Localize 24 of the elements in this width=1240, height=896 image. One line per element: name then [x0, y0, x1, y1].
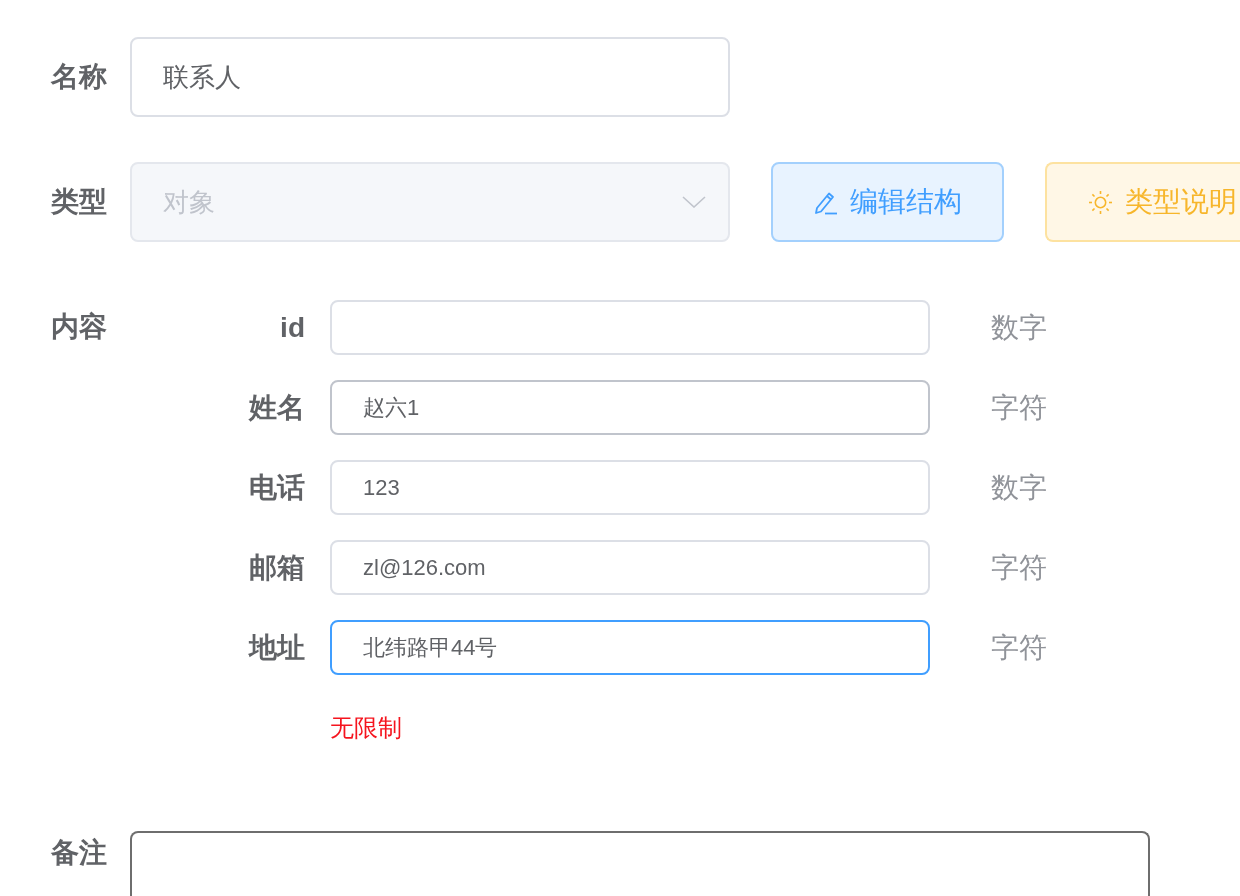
type-label: 数字 [991, 310, 1047, 345]
remark-textarea[interactable] [130, 831, 1150, 896]
field-label: 姓名 [247, 390, 305, 425]
field-label: 备注 [50, 836, 108, 870]
text-input[interactable]: 123 [330, 460, 930, 515]
text-input[interactable] [330, 300, 930, 355]
field-label: 内容 [50, 310, 108, 344]
field-label: 类型 [50, 185, 108, 219]
hint-text: 无限制 [330, 713, 402, 743]
text-input[interactable]: 联系人 [130, 37, 730, 117]
type-label: 字符 [991, 550, 1047, 585]
text-input[interactable]: 北纬路甲44号 [330, 620, 930, 675]
field-label: 名称 [50, 60, 108, 94]
type-label: 字符 [991, 630, 1047, 665]
text-input[interactable]: zl@126.com [330, 540, 930, 595]
text-input[interactable]: 赵六1 [330, 380, 930, 435]
field-label: 电话 [248, 470, 305, 505]
field-label: 地址 [247, 630, 305, 665]
chevron-down-icon [682, 196, 706, 208]
type-label: 数字 [991, 470, 1047, 505]
field-label: 邮箱 [248, 550, 305, 585]
field-label: id [279, 310, 305, 345]
sun-icon [1088, 189, 1113, 215]
type-label: 字符 [991, 390, 1047, 425]
